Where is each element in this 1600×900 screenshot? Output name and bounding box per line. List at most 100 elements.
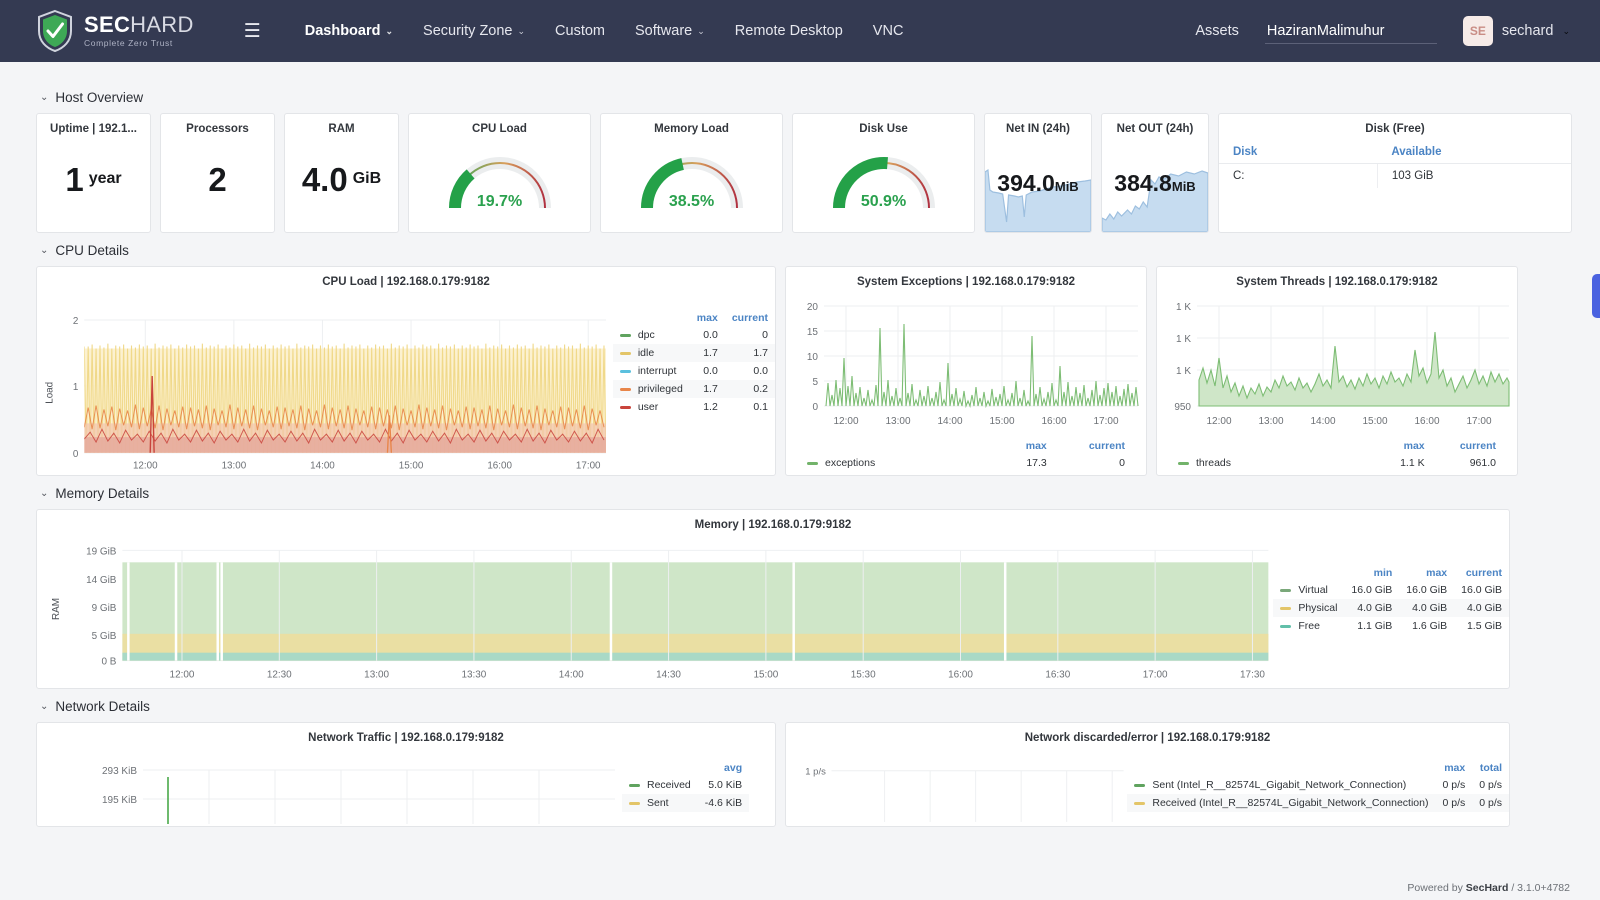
legend-label-physical: Physical [1298, 602, 1338, 614]
thr-xtick-2: 14:00 [1310, 416, 1335, 427]
chevron-down-icon: ⌄ [697, 25, 705, 36]
nav-item-assets[interactable]: Assets [1195, 23, 1239, 39]
legend-row-sent-nic[interactable]: Sent (Intel_R__82574L_Gigabit_Network_Co… [1127, 776, 1509, 794]
legend-row-privileged[interactable]: privileged 1.7 0.2 [612, 380, 775, 398]
gauge-value-memory-load: 38.5% [668, 193, 715, 210]
legend-max-received-nic: 0 p/s [1442, 797, 1466, 809]
legend-max-free: 1.6 GiB [1412, 620, 1448, 632]
legend-row-threads[interactable]: threads 1.1 K 961.0 [1171, 454, 1503, 472]
chevron-down-icon: ⌄ [40, 92, 49, 103]
column-header-available: Available [1377, 141, 1571, 164]
mem-xtick-10: 17:00 [1143, 670, 1168, 681]
mem-xtick-9: 16:30 [1045, 670, 1070, 681]
legend-system-exceptions: max current exceptions 17.3 0 [786, 438, 1146, 472]
net-ytick-195: 195 KiB [102, 795, 137, 806]
sparkline-card-net-out[interactable]: Net OUT (24h) 384.8MiB [1101, 113, 1209, 233]
user-menu[interactable]: SE sechard ⌄ [1462, 16, 1570, 46]
legend-label-interrupt: interrupt [637, 365, 677, 377]
gauge-card-disk-use[interactable]: Disk Use 50.9% [792, 113, 975, 233]
exc-xtick-2: 14:00 [937, 416, 962, 427]
mem-xtick-4: 14:00 [559, 670, 584, 681]
exc-xtick-0: 12:00 [833, 416, 858, 427]
legend-row-interrupt[interactable]: interrupt 0.0 0.0 [613, 362, 775, 380]
mem-xtick-6: 15:00 [753, 670, 778, 681]
legend-row-dpc[interactable]: dpc 0.0 0 [613, 326, 775, 344]
section-header-memory-details[interactable]: ⌄ Memory Details [40, 486, 1572, 501]
hamburger-icon[interactable]: ☰ [244, 20, 261, 43]
legend-row-received-nic[interactable]: Received (Intel_R__82574L_Gigabit_Networ… [1127, 794, 1509, 812]
nav-label-custom: Custom [555, 23, 606, 39]
disc-ytick-1: 1 p/s [805, 767, 826, 778]
legend-col-max-disc: max [1444, 762, 1466, 774]
mem-xtick-3: 13:30 [462, 670, 487, 681]
nav-item-custom[interactable]: Custom [555, 23, 605, 39]
nav-item-remote-desktop[interactable]: Remote Desktop [735, 23, 843, 39]
chevron-down-icon: ⌄ [517, 25, 526, 36]
panel-memory[interactable]: Memory | 192.168.0.179:9182 RAM 19 GiB 1… [36, 509, 1510, 689]
panel-system-exceptions[interactable]: System Exceptions | 192.168.0.179:9182 2… [785, 266, 1147, 476]
section-title-cpu-details: CPU Details [55, 243, 129, 258]
legend-total-received-nic: 0 p/s [1479, 797, 1502, 809]
cpu-ytick-1: 1 [73, 382, 78, 393]
stat-title-processors: Processors [186, 123, 249, 135]
legend-row-user[interactable]: user 1.2 0.1 [613, 398, 775, 416]
exc-ytick-10: 10 [807, 352, 819, 363]
stat-card-processors[interactable]: Processors 2 [160, 113, 275, 233]
panel-network-discarded-error[interactable]: Network discarded/error | 192.168.0.179:… [785, 722, 1510, 827]
legend-cpu-load: max current dpc 0.0 0 idle 1.7 1.7 inter… [612, 288, 775, 473]
legend-label-privileged: privileged [637, 383, 683, 395]
nav-item-dashboard[interactable]: Dashboard ⌄ [305, 23, 393, 39]
section-header-cpu-details[interactable]: ⌄ CPU Details [40, 243, 1572, 258]
legend-col-min-mem: min [1373, 567, 1393, 579]
panel-title-system-exceptions: System Exceptions | 192.168.0.179:9182 [856, 276, 1076, 288]
legend-row-free[interactable]: Free 1.1 GiB 1.6 GiB 1.5 GiB [1273, 617, 1509, 635]
section-header-network-details[interactable]: ⌄ Network Details [40, 699, 1572, 714]
gauge-card-memory-load[interactable]: Memory Load 38.5% [600, 113, 783, 233]
exc-ytick-0: 0 [812, 402, 818, 413]
stat-card-uptime[interactable]: Uptime | 192.1... 1 year [36, 113, 151, 233]
gauge-card-cpu-load[interactable]: CPU Load 19.7% [408, 113, 591, 233]
user-name-label: sechard [1501, 23, 1554, 39]
settings-fab-button[interactable] [1592, 274, 1600, 318]
nav-item-software[interactable]: Software ⌄ [635, 23, 705, 39]
stat-value-ram: 4.0 [301, 160, 348, 198]
thr-xtick-4: 16:00 [1414, 416, 1439, 427]
legend-col-avg-net: avg [724, 762, 743, 774]
legend-max-idle: 1.7 [703, 347, 718, 359]
stat-card-ram[interactable]: RAM 4.0 GiB [284, 113, 399, 233]
legend-row-virtual[interactable]: Virtual 16.0 GiB 16.0 GiB 16.0 GiB [1273, 581, 1509, 599]
sparkline-card-net-in[interactable]: Net IN (24h) 394.0MiB [984, 113, 1092, 233]
legend-col-max-exc: max [1025, 440, 1047, 452]
search-input[interactable] [1264, 18, 1437, 44]
legend-row-exceptions[interactable]: exceptions 17.3 0 [800, 454, 1132, 472]
legend-row-sent[interactable]: Sent -4.6 KiB [622, 794, 750, 812]
section-header-host-overview[interactable]: ⌄ Host Overview [40, 90, 1572, 105]
legend-row-received[interactable]: Received 5.0 KiB [622, 776, 749, 794]
main-nav-links: Dashboard ⌄ Security Zone ⌄ Custom Softw… [305, 23, 904, 39]
legend-label-received-nic: Received (Intel_R__82574L_Gigabit_Networ… [1152, 797, 1429, 809]
legend-min-virtual: 16.0 GiB [1351, 584, 1393, 596]
legend-max-interrupt: 0.0 [703, 365, 718, 377]
legend-row-idle[interactable]: idle 1.7 1.7 [612, 344, 775, 362]
legend-swatch-sent-nic [1134, 783, 1146, 787]
legend-max-sent-nic: 0 p/s [1442, 779, 1466, 791]
nav-item-vnc[interactable]: VNC [873, 23, 904, 39]
panel-cpu-load[interactable]: CPU Load | 192.168.0.179:9182 Load 2 1 0 [36, 266, 776, 476]
cpu-xtick-0: 12:00 [133, 461, 158, 472]
legend-avg-sent: -4.6 KiB [704, 797, 743, 809]
footer-version: / 3.1.0+4782 [1511, 882, 1570, 894]
brand-name-hard: HARD [130, 12, 194, 38]
legend-row-physical[interactable]: Physical 4.0 GiB 4.0 GiB 4.0 GiB [1273, 599, 1509, 617]
net-in-value: 394.0 [997, 170, 1055, 196]
brand-logo[interactable]: SECHARD Complete Zero Trust [36, 9, 194, 53]
nav-item-security-zone[interactable]: Security Zone ⌄ [423, 23, 525, 39]
disk-free-card: Disk (Free) Disk Available C: 103 GiB [1218, 113, 1572, 233]
panel-title-memory: Memory | 192.168.0.179:9182 [694, 519, 852, 531]
exc-xtick-5: 17:00 [1093, 416, 1118, 427]
panel-system-threads[interactable]: System Threads | 192.168.0.179:9182 1 K … [1156, 266, 1518, 476]
legend-network-traffic: avg Received 5.0 KiB Sent -4.6 KiB [622, 744, 750, 824]
panel-network-traffic[interactable]: Network Traffic | 192.168.0.179:9182 293… [36, 722, 776, 827]
legend-current-interrupt: 0.0 [753, 365, 768, 377]
legend-col-current-mem: current [1465, 567, 1502, 579]
panel-title-cpu-load: CPU Load | 192.168.0.179:9182 [322, 276, 490, 288]
